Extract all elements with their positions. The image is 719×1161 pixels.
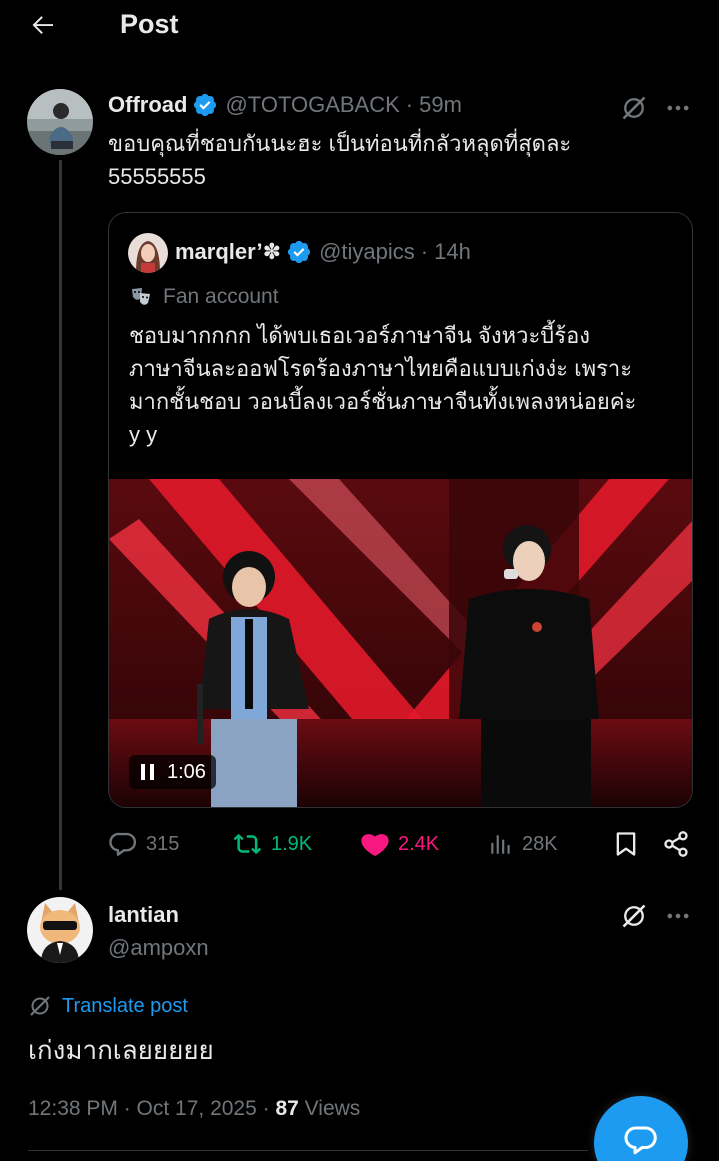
grok-icon[interactable] bbox=[620, 94, 648, 122]
page-title: Post bbox=[120, 9, 179, 39]
reply-count: 315 bbox=[146, 832, 180, 855]
pause-icon[interactable] bbox=[139, 762, 157, 782]
avatar bbox=[128, 233, 168, 273]
quoted-text-line: มากชั้นชอบ วอนบี้ลงเวอร์ชั่นภาษาจีนทั้งเ… bbox=[129, 389, 637, 414]
reply-author-handle[interactable]: @ampoxn bbox=[108, 935, 209, 961]
video-duration-badge[interactable]: 1:06 bbox=[129, 755, 216, 789]
video-duration: 1:06 bbox=[167, 760, 206, 783]
quoted-post-card[interactable]: marqler’✽ @tiyapics · 14h Fan account ชอ… bbox=[108, 212, 693, 808]
post-views-label: Views bbox=[304, 1097, 361, 1120]
like-button[interactable]: 2.4K bbox=[360, 829, 439, 859]
grok-icon[interactable] bbox=[620, 902, 648, 930]
compose-reply-button[interactable] bbox=[594, 1096, 688, 1161]
quoted-author-row: marqler’✽ @tiyapics · 14h bbox=[175, 239, 471, 265]
quoted-handle[interactable]: @tiyapics bbox=[319, 239, 415, 265]
author-display-name[interactable]: Offroad bbox=[108, 92, 187, 118]
repost-count: 1.9K bbox=[271, 832, 313, 855]
author-handle[interactable]: @TOTOGABACK bbox=[225, 92, 399, 118]
translate-label[interactable]: Translate post bbox=[62, 995, 188, 1018]
bookmark-icon bbox=[612, 829, 640, 859]
translate-post-link[interactable]: Translate post bbox=[28, 994, 188, 1018]
quoted-text-line: ชอบมากกกก ได้พบเธอเวอร์ภาษาจีน จังหวะบี้… bbox=[129, 323, 591, 348]
share-icon bbox=[662, 829, 690, 859]
share-button[interactable] bbox=[662, 829, 690, 859]
top-bar: Post bbox=[0, 0, 719, 52]
repost-icon bbox=[233, 829, 263, 859]
chat-bubble-icon bbox=[623, 1122, 659, 1158]
divider bbox=[28, 1150, 588, 1151]
translate-icon bbox=[28, 994, 52, 1018]
avatar[interactable] bbox=[27, 89, 93, 155]
post-meta: 12:38 PM · Oct 17, 2025 · 87 Views bbox=[28, 1097, 360, 1121]
post-text-line: ขอบคุณที่ชอบกันนะฮะ เป็นท่อนที่กลัวหลุดท… bbox=[108, 131, 572, 156]
quoted-text-line: ภาษาจีนละออฟโรดร้องภาษาไทยคือแบบเก่งง่ะ … bbox=[129, 356, 633, 381]
more-options-icon[interactable] bbox=[664, 94, 692, 122]
verified-badge-icon bbox=[192, 92, 218, 118]
back-arrow-icon[interactable] bbox=[28, 10, 58, 40]
quoted-display-name[interactable]: marqler’✽ bbox=[175, 239, 281, 265]
verified-badge-icon bbox=[286, 239, 312, 265]
more-options-icon[interactable] bbox=[664, 902, 692, 930]
repost-button[interactable]: 1.9K bbox=[233, 829, 312, 859]
separator-dot: · bbox=[420, 239, 429, 264]
analytics-icon bbox=[488, 829, 514, 859]
fan-account-label: Fan account bbox=[163, 285, 279, 308]
post-text: ขอบคุณที่ชอบกันนะฮะ เป็นท่อนที่กลัวหลุดท… bbox=[108, 127, 668, 193]
post-timestamp[interactable]: 12:38 PM · Oct 17, 2025 · bbox=[28, 1097, 270, 1120]
views-count: 28K bbox=[522, 832, 558, 855]
thread-connector-line bbox=[59, 160, 62, 890]
reply-text: เก่งมากเลยยยยย bbox=[28, 1035, 214, 1065]
quoted-post-text: ชอบมากกกก ได้พบเธอเวอร์ภาษาจีน จังหวะบี้… bbox=[129, 319, 679, 451]
separator-dot: · bbox=[405, 92, 414, 117]
reply-author-name[interactable]: lantian bbox=[108, 902, 179, 928]
bookmark-button[interactable] bbox=[612, 829, 640, 859]
reply-icon bbox=[108, 829, 138, 859]
post-time[interactable]: 59m bbox=[419, 92, 462, 118]
quoted-text-line: y y bbox=[129, 422, 158, 447]
heart-icon bbox=[360, 829, 390, 859]
post-text-line: 55555555 bbox=[108, 164, 206, 189]
reply-button[interactable]: 315 bbox=[108, 829, 179, 859]
post-author-row: Offroad @TOTOGABACK · 59m bbox=[108, 92, 462, 118]
quoted-time[interactable]: 14h bbox=[434, 239, 471, 265]
theater-masks-icon bbox=[129, 285, 153, 309]
fan-account-label-row: Fan account bbox=[129, 285, 279, 309]
like-count: 2.4K bbox=[398, 832, 440, 855]
post-views-count: 87 bbox=[275, 1097, 299, 1120]
views-button[interactable]: 28K bbox=[488, 829, 558, 859]
avatar[interactable] bbox=[27, 897, 93, 963]
